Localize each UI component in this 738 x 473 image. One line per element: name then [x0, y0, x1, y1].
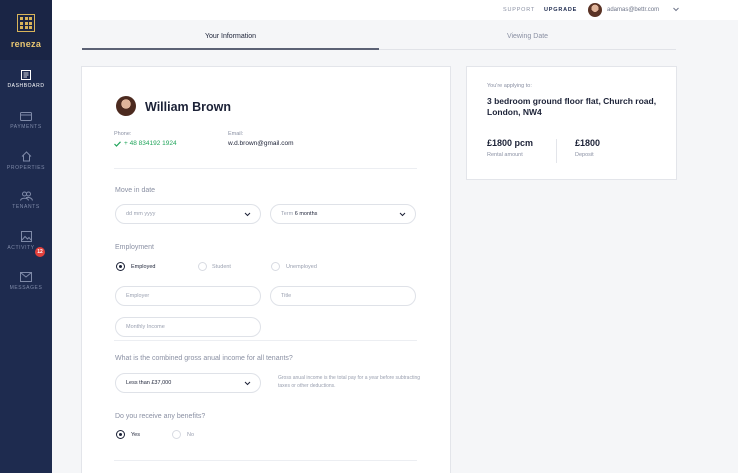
avatar — [116, 96, 136, 116]
chevron-down-icon — [244, 381, 251, 386]
phone-value: + 48 834192 1924 — [124, 140, 177, 147]
sidebar-item-label: MESSAGES — [9, 285, 43, 291]
divider — [556, 139, 557, 163]
sidebar-item-label: PAYMENTS — [10, 124, 42, 130]
top-bar: SUPPORT UPGRADE adamas@bettr.com — [52, 0, 738, 20]
radio-benefits-yes[interactable] — [116, 430, 125, 439]
sidebar-item-label: TENANTS — [12, 204, 40, 210]
upgrade-link[interactable]: UPGRADE — [544, 7, 577, 13]
chevron-down-icon[interactable] — [672, 5, 680, 13]
mail-icon — [20, 272, 32, 282]
employer-input[interactable]: Employer — [115, 286, 261, 306]
radio-label-student: Student — [212, 264, 231, 270]
sidebar-item-messages[interactable]: MESSAGES — [0, 272, 52, 312]
radio-benefits-no[interactable] — [172, 430, 181, 439]
support-link[interactable]: SUPPORT — [503, 7, 535, 13]
sidebar-item-activity[interactable]: ACTIVITY 12 — [0, 231, 52, 271]
users-icon — [19, 191, 33, 201]
home-icon — [21, 151, 31, 162]
sidebar-item-label: PROPERTIES — [6, 165, 46, 171]
card-icon — [20, 112, 32, 121]
income-selected: Less than £37,000 — [126, 380, 172, 386]
logo-icon — [17, 14, 35, 32]
application-summary: You're applying to: 3 bedroom ground flo… — [466, 66, 677, 180]
account-email[interactable]: adamas@bettr.com — [607, 7, 659, 13]
applying-label: You're applying to: — [487, 83, 532, 89]
divider — [114, 340, 417, 341]
sidebar-item-dashboard[interactable]: DASHBOARD — [0, 70, 52, 110]
employer-placeholder: Employer — [126, 293, 150, 299]
activity-badge: 12 — [35, 247, 45, 257]
image-icon — [20, 231, 32, 242]
move-in-date-select[interactable]: dd mm yyyy — [115, 204, 261, 224]
rent-value: £1800 pcm — [487, 138, 534, 148]
sidebar: reneza DASHBOARD PAYMENTS PROPERTIES TEN… — [0, 0, 52, 473]
divider — [114, 168, 417, 169]
rent-label: Rental amount — [487, 152, 523, 158]
application-form: William Brown Phone: + 48 834192 1924 Em… — [81, 66, 451, 473]
tab-divider — [379, 49, 676, 50]
check-icon — [114, 141, 121, 147]
email-value: w.d.brown@gmail.com — [228, 140, 294, 147]
radio-label-yes: Yes — [131, 432, 140, 438]
chevron-down-icon — [399, 212, 406, 217]
radio-unemployed[interactable] — [271, 262, 280, 271]
deposit-value: £1800 — [575, 138, 601, 148]
chevron-down-icon — [244, 212, 251, 217]
term-select[interactable]: Term 6 months — [270, 204, 416, 224]
benefits-question: Do you receive any benefits? — [115, 413, 206, 420]
move-in-label: Move in date — [115, 187, 156, 194]
dashboard-icon — [21, 70, 31, 80]
sidebar-item-label: DASHBOARD — [7, 83, 45, 89]
divider — [114, 460, 417, 461]
term-label: Term 6 months — [281, 211, 317, 217]
user-name: William Brown — [145, 100, 232, 114]
term-prefix: Term — [281, 211, 294, 217]
title-input[interactable]: Title — [270, 286, 416, 306]
title-placeholder: Title — [281, 293, 292, 299]
radio-student[interactable] — [198, 262, 207, 271]
sidebar-item-payments[interactable]: PAYMENTS — [0, 112, 52, 152]
radio-employed[interactable] — [116, 262, 125, 271]
email-label: Email: — [228, 131, 244, 137]
date-placeholder: dd mm yyyy — [126, 211, 156, 217]
tab-your-information[interactable]: Your Information — [82, 33, 379, 40]
active-tab-indicator — [82, 48, 379, 50]
deposit-label: Deposit — [575, 152, 594, 158]
phone-label: Phone: — [114, 131, 132, 137]
avatar[interactable] — [588, 3, 602, 17]
income-select[interactable]: Less than £37,000 — [115, 373, 261, 393]
sidebar-item-properties[interactable]: PROPERTIES — [0, 151, 52, 191]
income-question: What is the combined gross anual income … — [115, 355, 293, 362]
radio-label-employed: Employed — [131, 264, 156, 270]
radio-label-unemployed: Unemployed — [286, 264, 317, 270]
term-value: 6 months — [294, 211, 318, 217]
tab-viewing-date[interactable]: Viewing Date — [379, 33, 676, 40]
brand-name: reneza — [10, 39, 42, 49]
income-placeholder: Monthly Income — [126, 324, 165, 330]
employment-label: Employment — [115, 244, 154, 251]
logo[interactable]: reneza — [0, 0, 52, 60]
income-hint: Gross anual income is the total pay for … — [278, 375, 421, 389]
sidebar-item-tenants[interactable]: TENANTS — [0, 191, 52, 231]
radio-label-no: No — [187, 432, 195, 438]
monthly-income-input[interactable]: Monthly Income — [115, 317, 261, 337]
property-title: 3 bedroom ground floor flat, Church road… — [487, 96, 657, 117]
